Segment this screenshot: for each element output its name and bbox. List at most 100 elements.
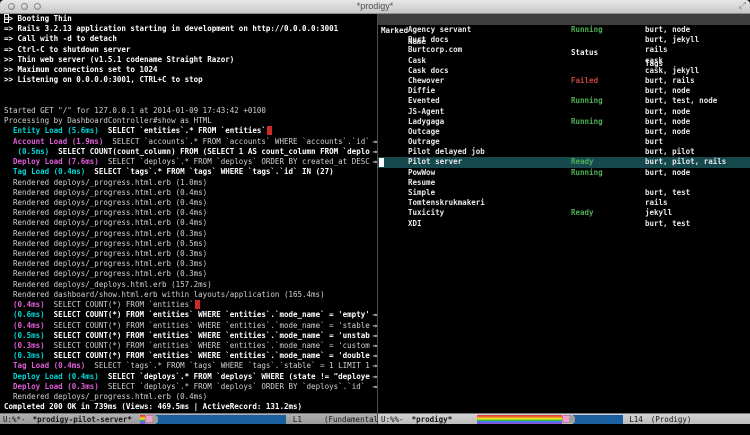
log-line: >> Thin web server (v1.5.1 codename Stra… — [4, 55, 377, 65]
service-row[interactable]: Ladygaga Running burt, node — [378, 117, 750, 127]
log-line: Rendered deploys/_progress.html.erb (1.0… — [4, 178, 377, 188]
service-name: Cask — [408, 56, 426, 66]
log-line: => Rails 3.2.13 application starting in … — [4, 24, 377, 34]
service-row[interactable]: Pilot delayed jobburt, pilot — [378, 147, 750, 157]
log-line — [4, 96, 377, 106]
truncation-arrow-icon: → — [370, 331, 377, 341]
service-tags: burt, pilot — [645, 147, 695, 157]
fullscreen-icon[interactable]: ⤢ — [739, 1, 746, 11]
modeline-flags: U:%%- — [381, 415, 404, 424]
service-tags: burt, node — [645, 168, 690, 178]
truncation-arrow-icon: → — [370, 351, 377, 361]
service-name: Simple — [408, 188, 435, 198]
service-row[interactable]: Simple burt, test — [378, 188, 750, 198]
log-line: Rendered deploys/_progress.html.erb (0.4… — [4, 198, 377, 208]
service-name: XDI — [408, 219, 422, 229]
service-row[interactable]: JS-Agentburt, node — [378, 107, 750, 117]
service-status: Running — [571, 25, 603, 35]
service-status: Ready — [571, 208, 594, 218]
log-line: Tag Load (0.4ms) SELECT `tags`.* FROM `t… — [4, 361, 377, 371]
service-row[interactable]: ChewoverFailedburt, rails — [378, 76, 750, 86]
service-row[interactable]: EventedRunningburt, test, node — [378, 96, 750, 106]
log-line: Rendered deploys/_progress.html.erb (0.3… — [4, 229, 377, 239]
service-row[interactable]: Outrageburt — [378, 137, 750, 147]
service-tags: cask, jekyll — [645, 66, 699, 76]
service-row[interactable]: XDIburt, test — [378, 219, 750, 229]
log-line: Rendered deploys/_progress.html.erb (0.3… — [4, 249, 377, 259]
log-line: Account Load (1.9ms) SELECT `accounts`.*… — [4, 137, 377, 147]
service-name: Cask docs — [408, 66, 449, 76]
log-line: (0.4ms) SELECT COUNT(*) FROM `entities` … — [4, 321, 377, 331]
log-pane: => Booting Thin=> Rails 3.2.13 applicati… — [0, 14, 377, 424]
truncation-arrow-icon: → — [370, 310, 377, 320]
service-row[interactable]: PowWowRunningburt, node — [378, 168, 750, 178]
log-line: >> Listening on 0.0.0.0:3001, CTRL+C to … — [4, 75, 377, 85]
service-name: Ladygaga — [408, 117, 444, 127]
service-row[interactable]: Outcageburt, node — [378, 127, 750, 137]
log-line: Deploy Load (0.3ms) SELECT `deploys`.* F… — [4, 382, 377, 392]
point-cursor — [379, 158, 384, 167]
log-line: => Call with -d to detach — [4, 34, 377, 44]
prodigy-modeline: U:%%- *prodigy* L14 (Prodigy) — [378, 413, 750, 424]
echo-area[interactable] — [0, 424, 750, 435]
service-row[interactable]: Pilot serverReadyburt, pilot, rails — [378, 157, 750, 167]
truncation-arrow-icon: → — [370, 157, 377, 167]
log-line: (0.4ms) SELECT COUNT(*) FROM `entities` — [4, 300, 377, 310]
nyan-track — [573, 415, 623, 424]
log-line: Rendered deploys/_progress.html.erb (0.3… — [4, 269, 377, 279]
service-row[interactable]: TuxicityReadyjekyll — [378, 208, 750, 218]
service-name: Evented — [408, 96, 440, 106]
log-line: Rendered deploys/_progress.html.erb (0.4… — [4, 392, 377, 402]
nyan-rainbow-trail — [477, 415, 562, 424]
log-line: => Ctrl-C to shutdown server — [4, 45, 377, 55]
service-tags: burt, rails — [645, 76, 695, 86]
service-status: Failed — [571, 76, 598, 86]
service-row[interactable]: Resume — [378, 178, 750, 188]
service-tags: burt, jekyll — [645, 35, 699, 45]
log-line: Rendered deploys/_progress.html.erb (0.5… — [4, 239, 377, 249]
service-tags: burt, node — [645, 25, 690, 35]
log-line: >> Maximum connections set to 1024 — [4, 65, 377, 75]
prodigy-pane: Marked Name Status Tags Agency servantRu… — [378, 14, 750, 424]
ansi-color-artifact — [267, 126, 272, 135]
log-line: Rendered deploys/_progress.html.erb (0.4… — [4, 188, 377, 198]
truncation-arrow-icon: → — [370, 361, 377, 371]
modeline-major-mode: (Prodigy) — [651, 415, 692, 424]
service-list[interactable]: Agency servantRunningburt, nodeBurt docs… — [378, 25, 750, 229]
log-line: (0.5ms) SELECT COUNT(*) FROM `entities` … — [4, 331, 377, 341]
truncation-arrow-icon: → — [370, 147, 377, 157]
log-line: Rendered dashboard/show.html.erb within … — [4, 290, 377, 300]
modeline-flags: U:%*- — [3, 415, 26, 424]
log-line: Started GET "/" for 127.0.0.1 at 2014-01… — [4, 106, 377, 116]
log-line: Tag Load (0.4ms) SELECT `tags`.* FROM `t… — [4, 167, 377, 177]
log-line: Completed 200 OK in 739ms (Views: 469.5m… — [4, 402, 377, 412]
service-tags: burt, test — [645, 188, 690, 198]
service-tags: burt, pilot, rails — [645, 157, 726, 167]
nyan-mode-progress — [140, 415, 286, 424]
service-name: Burt docs — [408, 35, 449, 45]
service-name: Outrage — [408, 137, 440, 147]
modeline-line-number: L14 — [629, 415, 643, 424]
nyan-cat-icon — [562, 415, 573, 423]
service-row[interactable]: Cask docs cask, jekyll — [378, 66, 750, 76]
log-line — [4, 86, 377, 96]
log-modeline: U:%*- *prodigy-pilot-server* L1 (Fundame… — [0, 413, 377, 424]
service-status: Running — [571, 117, 603, 127]
service-row[interactable]: Tomtenskrukmakerirails — [378, 198, 750, 208]
service-tags: burt, node — [645, 127, 690, 137]
service-tags: burt, test, node — [645, 96, 717, 106]
service-name: JS-Agent — [408, 107, 444, 117]
service-row[interactable]: Burt docs burt, jekyll — [378, 35, 750, 45]
service-row[interactable]: Caskcask — [378, 56, 750, 66]
service-row[interactable]: Diffieburt, node — [378, 86, 750, 96]
service-tags: burt, node — [645, 86, 690, 96]
service-name: Burtcorp.com — [408, 45, 462, 55]
service-row[interactable]: Agency servantRunningburt, node — [378, 25, 750, 35]
truncation-arrow-icon: → — [370, 382, 377, 392]
server-log[interactable]: => Booting Thin=> Rails 3.2.13 applicati… — [0, 14, 377, 413]
window-titlebar: *prodigy* ⤢ — [0, 0, 750, 14]
service-row[interactable]: Burtcorp.comrails — [378, 45, 750, 55]
nyan-cat-icon — [145, 415, 156, 423]
log-line: Entity Load (5.6ms) SELECT `entities`.* … — [4, 126, 377, 136]
service-tags: burt, node — [645, 117, 690, 127]
